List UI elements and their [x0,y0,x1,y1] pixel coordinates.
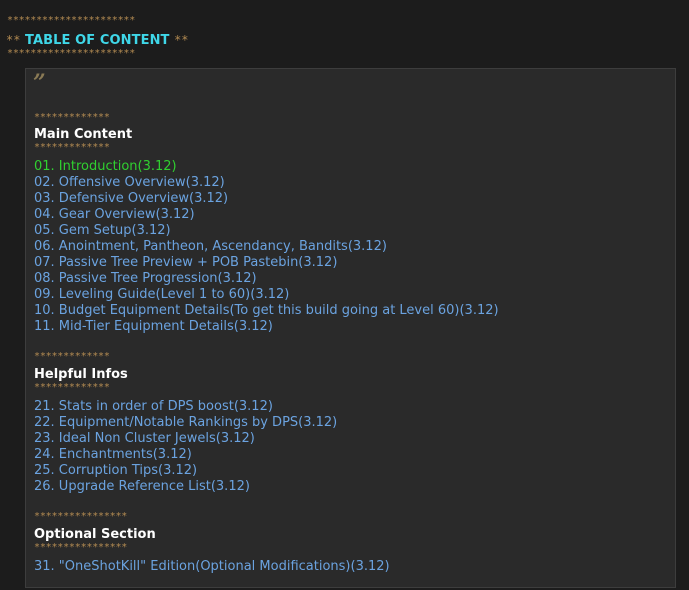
toc-link[interactable]: 01. Introduction(3.12) [34,159,177,175]
toc-link[interactable]: 10. Budget Equipment Details(To get this… [34,303,499,319]
toc-link[interactable]: 11. Mid-Tier Equipment Details(3.12) [34,319,273,335]
toc-link[interactable]: 02. Offensive Overview(3.12) [34,175,225,191]
toc-link[interactable]: 21. Stats in order of DPS boost(3.12) [34,399,273,415]
toc-link[interactable]: 31. "OneShotKill" Edition(Optional Modif… [34,559,390,575]
toc-link[interactable]: 05. Gem Setup(3.12) [34,223,171,239]
page: ********************** ** TABLE OF CONTE… [0,0,689,590]
toc-link[interactable]: 24. Enchantments(3.12) [34,447,192,463]
header-stars-top: ********************** [7,15,136,26]
toc-link[interactable]: 06. Anointment, Pantheon, Ascendancy, Ba… [34,239,387,255]
toc-link[interactable]: 03. Defensive Overview(3.12) [34,191,228,207]
toc-link[interactable]: 25. Corruption Tips(3.12) [34,463,197,479]
toc-link[interactable]: 22. Equipment/Notable Rankings by DPS(3.… [34,415,337,431]
main-content-stars-bottom: ************* [34,142,110,153]
main-content-stars-top: ************* [34,112,110,123]
toc-link[interactable]: 26. Upgrade Reference List(3.12) [34,479,250,495]
optional-section-title: Optional Section [34,527,156,542]
main-content-title: Main Content [34,127,133,142]
toc-link[interactable]: 07. Passive Tree Preview + POB Pastebin(… [34,255,337,271]
helpful-infos-stars-top: ************* [34,351,110,362]
heading-deco-left: ** [6,33,21,47]
toc-link[interactable]: 23. Ideal Non Cluster Jewels(3.12) [34,431,255,447]
optional-section-stars-top: **************** [34,511,128,522]
helpful-infos-title: Helpful Infos [34,367,128,382]
toc-link[interactable]: 04. Gear Overview(3.12) [34,207,195,223]
toc-link[interactable]: 09. Leveling Guide(Level 1 to 60)(3.12) [34,287,289,303]
quote-icon: ” [33,70,46,96]
header-stars-bottom: ********************** [7,48,136,59]
page-title: TABLE OF CONTENT [24,33,170,48]
heading-deco-right: ** [174,33,189,47]
toc-link[interactable]: 08. Passive Tree Progression(3.12) [34,271,257,287]
helpful-infos-stars-bottom: ************* [34,382,110,393]
toc-heading: ** TABLE OF CONTENT ** [6,32,189,49]
optional-section-stars-bottom: **************** [34,542,128,553]
